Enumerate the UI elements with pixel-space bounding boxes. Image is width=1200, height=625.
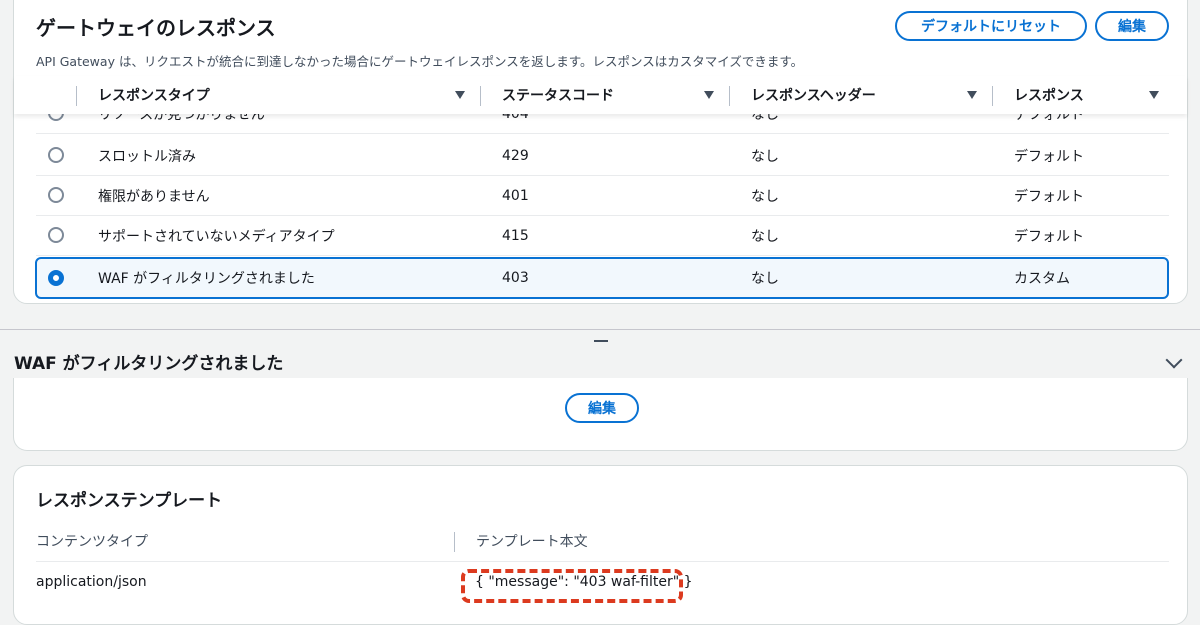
column-divider bbox=[454, 532, 455, 552]
detail-title: WAF がフィルタリングされました bbox=[14, 354, 284, 374]
row-radio[interactable] bbox=[48, 187, 64, 203]
card-description: API Gateway は、リクエストが統合に到達しなかった場合にゲートウェイレ… bbox=[36, 54, 804, 69]
response-cell: カスタム bbox=[1014, 271, 1070, 287]
table-rule bbox=[36, 561, 1169, 562]
row-radio[interactable] bbox=[48, 227, 64, 243]
column-divider bbox=[992, 86, 993, 106]
column-header-response-headers[interactable]: レスポンスヘッダー bbox=[751, 76, 876, 114]
column-header-response-type[interactable]: レスポンスタイプ bbox=[98, 76, 210, 114]
table-row[interactable]: サポートされていないメディアタイプ 415 なし デフォルト bbox=[36, 216, 1169, 256]
edit-button[interactable]: 編集 bbox=[1095, 11, 1169, 41]
response-type-cell: スロットル済み bbox=[98, 149, 196, 165]
status-code-cell: 429 bbox=[502, 148, 529, 164]
column-header-response[interactable]: レスポンス bbox=[1014, 76, 1084, 114]
row-radio[interactable] bbox=[48, 147, 64, 163]
response-cell: デフォルト bbox=[1014, 229, 1084, 245]
sort-icon[interactable] bbox=[704, 91, 714, 99]
content-type-cell: application/json bbox=[36, 574, 147, 590]
table-header: レスポンスタイプ ステータスコード レスポンスヘッダー レスポンス bbox=[14, 76, 1187, 114]
card-title: ゲートウェイのレスポンス bbox=[36, 16, 276, 40]
table-row[interactable]: スロットル済み 429 なし デフォルト bbox=[36, 136, 1169, 176]
template-card-title: レスポンステンプレート bbox=[36, 491, 223, 511]
table-row-selected[interactable]: WAF がフィルタリングされました 403 なし カスタム bbox=[35, 257, 1169, 299]
table-row[interactable]: 権限がありません 401 なし デフォルト bbox=[36, 176, 1169, 216]
status-code-cell: 403 bbox=[502, 270, 529, 286]
response-type-cell: サポートされていないメディアタイプ bbox=[98, 229, 335, 245]
status-code-cell: 401 bbox=[502, 188, 529, 204]
status-code-cell: 415 bbox=[502, 228, 529, 244]
sort-icon[interactable] bbox=[967, 91, 977, 99]
response-cell: デフォルト bbox=[1014, 189, 1084, 205]
column-header-status-code[interactable]: ステータスコード bbox=[502, 76, 614, 114]
sort-icon[interactable] bbox=[1149, 91, 1159, 99]
headers-cell: なし bbox=[751, 189, 779, 205]
sort-icon[interactable] bbox=[455, 91, 465, 99]
headers-cell: なし bbox=[751, 149, 779, 165]
column-header-content-type: コンテンツタイプ bbox=[36, 534, 148, 550]
column-header-template-body: テンプレート本文 bbox=[476, 534, 588, 550]
response-template-card: レスポンステンプレート コンテンツタイプ テンプレート本文 applicatio… bbox=[13, 465, 1188, 625]
gateway-responses-card: ゲートウェイのレスポンス API Gateway は、リクエストが統合に到達しな… bbox=[13, 0, 1188, 304]
reset-to-default-button[interactable]: デフォルトにリセット bbox=[895, 11, 1087, 41]
row-radio-selected[interactable] bbox=[48, 270, 64, 286]
response-type-cell: 権限がありません bbox=[98, 189, 210, 205]
column-divider bbox=[76, 86, 77, 106]
headers-cell: なし bbox=[751, 229, 779, 245]
highlight-annotation bbox=[461, 569, 683, 603]
response-type-cell: WAF がフィルタリングされました bbox=[98, 271, 315, 287]
chevron-down-icon[interactable] bbox=[1165, 351, 1183, 369]
column-divider bbox=[729, 86, 730, 106]
split-panel-divider bbox=[0, 329, 1200, 330]
headers-cell: なし bbox=[751, 271, 779, 287]
drag-handle-icon[interactable] bbox=[594, 340, 608, 342]
edit-button[interactable]: 編集 bbox=[565, 393, 639, 423]
column-divider bbox=[480, 86, 481, 106]
response-cell: デフォルト bbox=[1014, 149, 1084, 165]
detail-card: 編集 bbox=[13, 378, 1188, 451]
